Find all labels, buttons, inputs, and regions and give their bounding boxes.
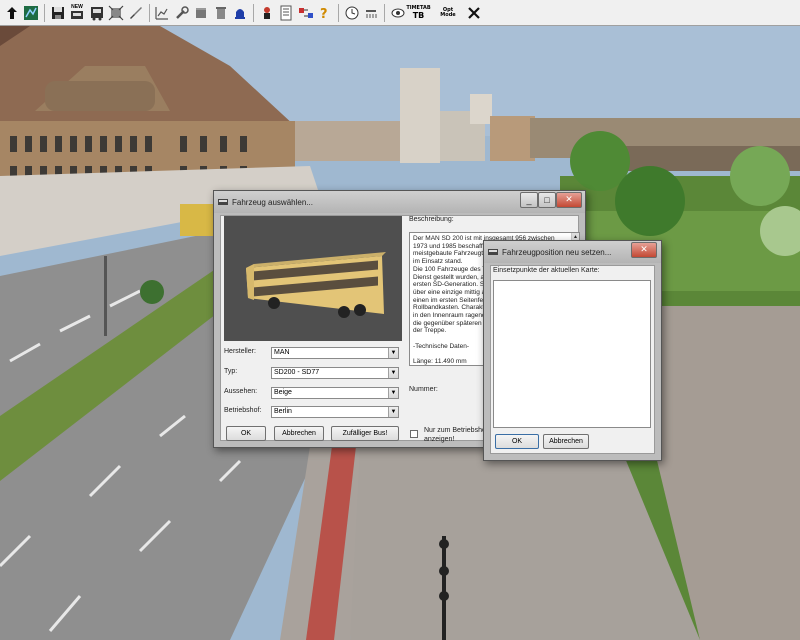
clock-icon[interactable] <box>343 4 360 22</box>
brush-icon[interactable] <box>127 4 144 22</box>
bus-app-icon <box>218 199 228 205</box>
ok-button[interactable]: OK <box>226 426 266 441</box>
depot-only-checkbox[interactable] <box>410 430 418 438</box>
new-vehicle-icon[interactable]: NEW <box>69 4 86 22</box>
appearance-label: Aussehen: <box>224 388 258 395</box>
options-icon[interactable]: Opt Mode <box>437 4 459 22</box>
arrow-up-icon[interactable] <box>3 4 20 22</box>
manufacturer-label: Hersteller: <box>224 348 256 355</box>
question-icon[interactable]: ? <box>317 4 334 22</box>
cancel-button[interactable]: Abbrechen <box>274 426 324 441</box>
dialog-client: Einsetzpunkte der aktuellen Karte: OK Ab… <box>490 265 655 454</box>
document-icon[interactable] <box>278 4 295 22</box>
toolbar-separator <box>44 3 45 22</box>
dialog-title: Fahrzeug auswählen... <box>232 197 313 207</box>
appearance-select[interactable]: Beige ▼ <box>271 387 399 399</box>
chevron-down-icon: ▼ <box>388 388 398 398</box>
stats-icon[interactable] <box>154 4 171 22</box>
bus-preview <box>224 216 402 341</box>
main-toolbar: NEW ? TIMETAB TB Opt Mode <box>0 0 800 26</box>
cylinder-icon[interactable] <box>193 4 210 22</box>
depot-label: Betriebshof: <box>224 407 262 414</box>
manufacturer-value: MAN <box>274 349 290 356</box>
weather-icon[interactable] <box>363 4 380 22</box>
minimize-button[interactable]: _ <box>520 192 538 208</box>
number-label: Nummer: <box>409 386 438 393</box>
depot-only-label-2: anzeigen! <box>424 436 455 443</box>
maximize-button[interactable]: □ <box>538 192 556 208</box>
appearance-value: Beige <box>274 389 292 396</box>
close-button[interactable]: ✕ <box>556 192 582 208</box>
manufacturer-select[interactable]: MAN ▼ <box>271 347 399 359</box>
type-label: Typ: <box>224 368 238 375</box>
swap-icon[interactable] <box>297 4 314 22</box>
position-dialog: Fahrzeugposition neu setzen... ✕ Einsetz… <box>483 240 662 461</box>
ok-button[interactable]: OK <box>495 434 539 449</box>
save-icon[interactable] <box>49 4 66 22</box>
fire-person-icon[interactable] <box>258 4 275 22</box>
random-bus-button[interactable]: Zufälliger Bus! <box>331 426 399 441</box>
bus-model-image <box>246 252 386 318</box>
type-select[interactable]: SD200 - SD77 ▼ <box>271 367 399 379</box>
entry-points-label: Einsetzpunkte der aktuellen Karte: <box>493 267 600 274</box>
wrench-icon[interactable] <box>173 4 190 22</box>
svg-text:?: ? <box>320 7 328 21</box>
toolbar-separator <box>253 3 254 22</box>
cancel-button[interactable]: Abbrechen <box>543 434 589 449</box>
chevron-down-icon: ▼ <box>388 407 398 417</box>
chevron-down-icon: ▼ <box>388 368 398 378</box>
eye-icon[interactable] <box>389 4 406 22</box>
close-button[interactable]: ✕ <box>631 242 657 258</box>
opt-label-2: Mode <box>440 11 456 18</box>
bus-app-icon <box>488 249 498 255</box>
description-label: Beschreibung: <box>409 216 454 223</box>
toolbar-separator <box>148 3 150 22</box>
chevron-down-icon: ▼ <box>388 348 398 358</box>
bus-front-icon[interactable] <box>88 4 105 22</box>
depot-select[interactable]: Berlin ▼ <box>271 406 399 418</box>
depot-value: Berlin <box>274 408 292 415</box>
map-icon[interactable] <box>23 4 40 22</box>
trash-icon[interactable] <box>212 4 229 22</box>
toolbar-separator <box>338 3 339 22</box>
bell-icon[interactable] <box>232 4 249 22</box>
close-x-icon[interactable] <box>466 4 483 22</box>
depot-only-label-1: Nur zum Betriebshof <box>424 427 488 434</box>
dialog-title: Fahrzeugposition neu setzen... <box>502 247 612 257</box>
timetab-glyph: TB <box>412 10 425 20</box>
select-frame-icon[interactable] <box>108 4 125 22</box>
toolbar-separator <box>384 3 385 22</box>
entry-points-list[interactable] <box>493 280 651 428</box>
type-value: SD200 - SD77 <box>274 369 320 376</box>
timetable-icon[interactable]: TIMETAB TB <box>406 4 430 22</box>
